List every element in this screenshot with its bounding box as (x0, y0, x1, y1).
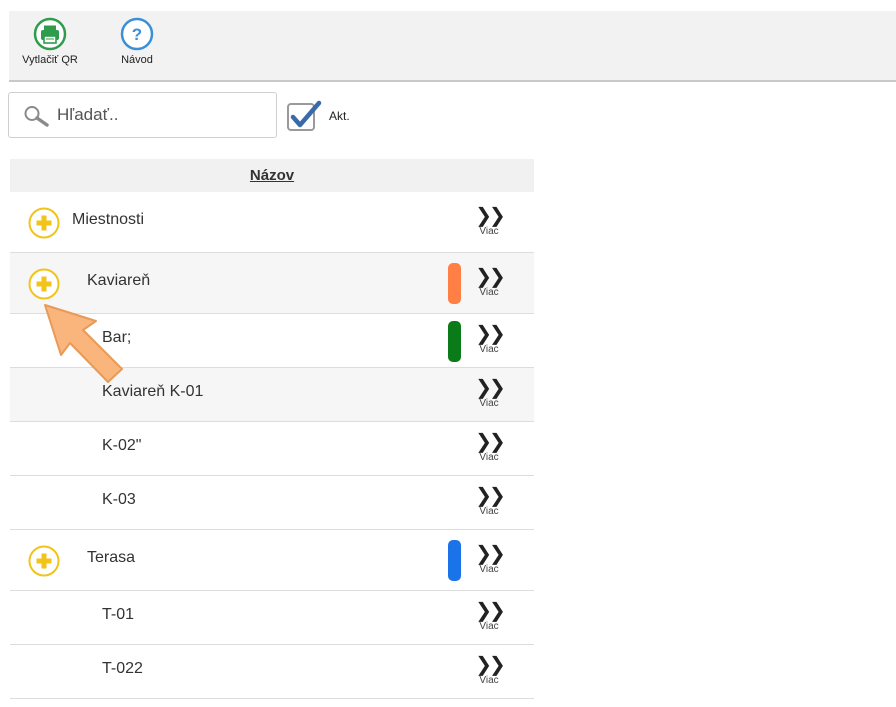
table-row[interactable]: K-02" ❯❯ Viac (10, 422, 534, 476)
row-name: Bar; (102, 329, 132, 346)
column-header-name[interactable]: Názov (250, 167, 294, 184)
row-name: Kaviareň K-01 (102, 383, 204, 400)
row-name: Terasa (87, 548, 136, 566)
table-row[interactable]: T-022 ❯❯ Viac (10, 645, 534, 699)
table-row[interactable]: Miestnosti ❯❯ Viac (10, 192, 534, 253)
table-row[interactable]: Kaviareň K-01 ❯❯ Viac (10, 368, 534, 422)
more-button[interactable]: ❯❯ Viac (474, 600, 506, 635)
double-chevron-right-icon: ❯❯ (475, 265, 506, 288)
help-label: Návod (121, 54, 153, 66)
double-chevron-right-icon: ❯❯ (475, 600, 506, 622)
more-button[interactable]: ❯❯ Viac (474, 323, 506, 358)
print-qr-label: Vytlačiť QR (22, 54, 78, 66)
more-label: Viac (479, 225, 499, 237)
table-header: Názov (10, 159, 534, 192)
row-name: Kaviareň (87, 271, 151, 289)
akt-label: Akt. (329, 109, 350, 123)
double-chevron-right-icon: ❯❯ (475, 204, 506, 227)
table-row[interactable]: Terasa ❯❯ Viac (10, 530, 534, 591)
double-chevron-right-icon: ❯❯ (475, 323, 506, 345)
row-name: T-022 (102, 660, 143, 677)
search-input[interactable] (57, 103, 267, 127)
printer-icon (33, 17, 67, 51)
more-label: Viac (479, 563, 499, 575)
rooms-table: Názov Miestnosti ❯❯ Viac Kaviareň ❯❯ Viac Bar;… (10, 159, 534, 699)
more-label: Viac (479, 506, 499, 517)
expand-plus-icon[interactable] (28, 268, 60, 300)
double-chevron-right-icon: ❯❯ (475, 377, 506, 399)
double-chevron-right-icon: ❯❯ (475, 485, 506, 507)
more-label: Viac (479, 675, 499, 686)
more-button[interactable]: ❯❯ Viac (474, 204, 506, 240)
more-button[interactable]: ❯❯ Viac (474, 542, 506, 578)
help-button[interactable]: ? Návod (102, 17, 172, 77)
row-name: Miestnosti (72, 210, 145, 228)
akt-checkbox[interactable] (286, 100, 322, 133)
question-icon: ? (120, 17, 154, 51)
table-row[interactable]: Bar; ❯❯ Viac (10, 314, 534, 368)
svg-text:?: ? (132, 25, 142, 44)
row-name: K-03 (102, 491, 136, 508)
toolbar: Vytlačiť QR ? Návod (9, 11, 896, 82)
table-row[interactable]: K-03 ❯❯ Viac (10, 476, 534, 530)
row-name: K-02" (102, 437, 142, 454)
expand-plus-icon[interactable] (28, 545, 60, 577)
double-chevron-right-icon: ❯❯ (475, 654, 506, 676)
table-row[interactable]: T-01 ❯❯ Viac (10, 591, 534, 645)
more-button[interactable]: ❯❯ Viac (474, 654, 506, 689)
row-color-tag (448, 540, 461, 581)
search-icon (24, 106, 49, 127)
search-box[interactable] (8, 92, 277, 138)
more-button[interactable]: ❯❯ Viac (474, 377, 506, 412)
row-name: T-01 (102, 606, 135, 623)
print-qr-button[interactable]: Vytlačiť QR (15, 17, 85, 77)
more-label: Viac (479, 344, 499, 355)
more-label: Viac (479, 452, 499, 463)
table-body: Miestnosti ❯❯ Viac Kaviareň ❯❯ Viac Bar; ❯❯ Viac… (10, 192, 534, 699)
table-row[interactable]: Kaviareň ❯❯ Viac (10, 253, 534, 314)
more-label: Viac (479, 398, 499, 409)
more-label: Viac (479, 286, 499, 298)
row-color-tag (448, 263, 461, 304)
more-label: Viac (479, 621, 499, 632)
more-button[interactable]: ❯❯ Viac (474, 485, 506, 520)
expand-plus-icon[interactable] (28, 207, 60, 239)
more-button[interactable]: ❯❯ Viac (474, 431, 506, 466)
double-chevron-right-icon: ❯❯ (475, 542, 506, 565)
more-button[interactable]: ❯❯ Viac (474, 265, 506, 301)
row-color-tag (448, 320, 461, 362)
double-chevron-right-icon: ❯❯ (475, 431, 506, 453)
